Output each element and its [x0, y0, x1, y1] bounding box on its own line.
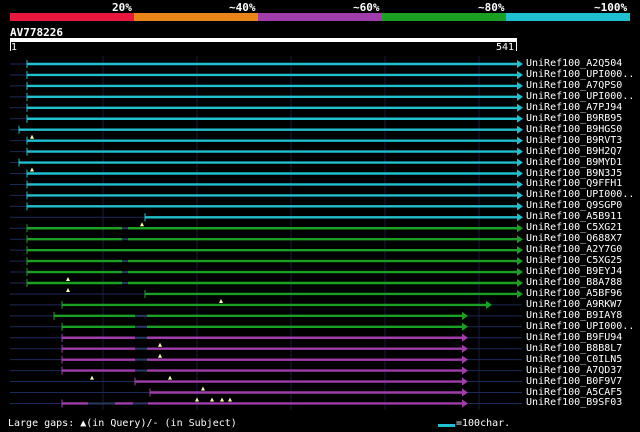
hit-label[interactable]: UniRef100_A5B911	[526, 211, 622, 222]
hit-label[interactable]: UniRef100_UPI000..	[526, 69, 634, 80]
query-gap-marker	[220, 397, 224, 402]
hit-direction-arrow	[462, 355, 468, 364]
hit-label[interactable]: UniRef100_UPI000..	[526, 91, 634, 102]
hit-direction-arrow	[517, 268, 523, 277]
hit-direction-arrow	[517, 158, 523, 167]
query-gap-marker	[219, 298, 223, 303]
hit-direction-arrow	[462, 399, 468, 408]
scale-label: =100char.	[456, 418, 511, 429]
hit-label[interactable]: UniRef100_B9RB95	[526, 113, 622, 124]
query-gap-marker	[30, 134, 34, 139]
hit-label[interactable]: UniRef100_A2Y7G0	[526, 244, 622, 255]
hit-label[interactable]: UniRef100_A7QD37	[526, 365, 622, 376]
hit-label[interactable]: UniRef100_A5BF96	[526, 288, 622, 299]
hit-direction-arrow	[517, 279, 523, 287]
hit-label[interactable]: UniRef100_B9HGS0	[526, 124, 622, 135]
large-gaps-legend: Large gaps: ▲(in Query)/- (in Subject)	[8, 418, 237, 429]
query-gap-marker	[158, 342, 162, 347]
hit-direction-arrow	[517, 169, 523, 178]
hit-label[interactable]: UniRef100_Q9FFH1	[526, 178, 622, 189]
hit-direction-arrow	[517, 114, 523, 123]
hit-label[interactable]: UniRef100_C5XG21	[526, 222, 622, 233]
query-gap-marker	[66, 288, 70, 292]
hit-direction-arrow	[517, 125, 523, 134]
hit-label[interactable]: UniRef100_UPI000..	[526, 189, 634, 200]
hit-label[interactable]: UniRef100_UPI000..	[526, 321, 634, 332]
hit-label[interactable]: UniRef100_B9SF03	[526, 397, 622, 408]
hit-label[interactable]: UniRef100_B9MYD1	[526, 157, 622, 168]
hit-label[interactable]: UniRef100_B9N3J5	[526, 168, 622, 179]
hit-label[interactable]: UniRef100_A7PJ94	[526, 102, 622, 113]
hit-direction-arrow	[517, 70, 523, 79]
hit-label[interactable]: UniRef100_B9FU94	[526, 332, 622, 343]
hit-label[interactable]: UniRef100_Q688X7	[526, 233, 622, 244]
hit-direction-arrow	[517, 60, 523, 68]
hit-label[interactable]: UniRef100_C0ILN5	[526, 354, 622, 365]
hit-direction-arrow	[517, 289, 523, 298]
scale-bar	[438, 424, 455, 427]
hit-direction-arrow	[517, 147, 523, 156]
hit-label[interactable]: UniRef100_B9EYJ4	[526, 266, 622, 277]
hit-label[interactable]: UniRef100_B8B8L7	[526, 343, 622, 354]
hit-direction-arrow	[462, 344, 468, 353]
hit-label[interactable]: UniRef100_B9RVT3	[526, 135, 622, 146]
query-gap-marker	[158, 353, 162, 358]
hit-label[interactable]: UniRef100_C5XG25	[526, 255, 622, 266]
hit-direction-arrow	[517, 246, 523, 255]
hit-label[interactable]: UniRef100_A5CAF5	[526, 387, 622, 398]
hit-direction-arrow	[517, 136, 523, 145]
hit-label[interactable]: UniRef100_B9H2Q7	[526, 146, 622, 157]
hit-direction-arrow	[517, 224, 523, 233]
hit-direction-arrow	[462, 311, 468, 320]
hit-label[interactable]: UniRef100_A2Q504	[526, 58, 622, 69]
hit-direction-arrow	[517, 257, 523, 266]
hit-direction-arrow	[517, 103, 523, 112]
hit-label[interactable]: UniRef100_A9RKW7	[526, 299, 622, 310]
hit-direction-arrow	[517, 202, 523, 211]
hit-direction-arrow	[462, 322, 468, 331]
hit-direction-arrow	[486, 300, 492, 309]
hit-direction-arrow	[517, 213, 523, 222]
query-gap-marker	[228, 397, 232, 402]
hit-label[interactable]: UniRef100_B0F9V7	[526, 376, 622, 387]
hit-label[interactable]: UniRef100_B8A788	[526, 277, 622, 288]
hit-direction-arrow	[517, 92, 523, 101]
hit-direction-arrow	[517, 191, 523, 200]
query-gap-marker	[140, 222, 144, 227]
hit-direction-arrow	[462, 388, 468, 397]
query-gap-marker	[210, 397, 214, 402]
query-gap-marker	[201, 386, 205, 391]
hit-direction-arrow	[517, 180, 523, 189]
query-gap-marker	[168, 375, 172, 380]
hit-direction-arrow	[462, 333, 468, 342]
hit-direction-arrow	[462, 366, 468, 375]
hit-label[interactable]: UniRef100_Q9SGP0	[526, 200, 622, 211]
hit-direction-arrow	[462, 377, 468, 386]
query-gap-marker	[90, 375, 94, 380]
hit-label[interactable]: UniRef100_A7QPS0	[526, 80, 622, 91]
query-gap-marker	[195, 397, 199, 402]
hit-label[interactable]: UniRef100_B9IAY8	[526, 310, 622, 321]
hit-direction-arrow	[517, 235, 523, 244]
query-gap-marker	[30, 167, 34, 172]
query-gap-marker	[66, 277, 70, 282]
hit-direction-arrow	[517, 81, 523, 90]
